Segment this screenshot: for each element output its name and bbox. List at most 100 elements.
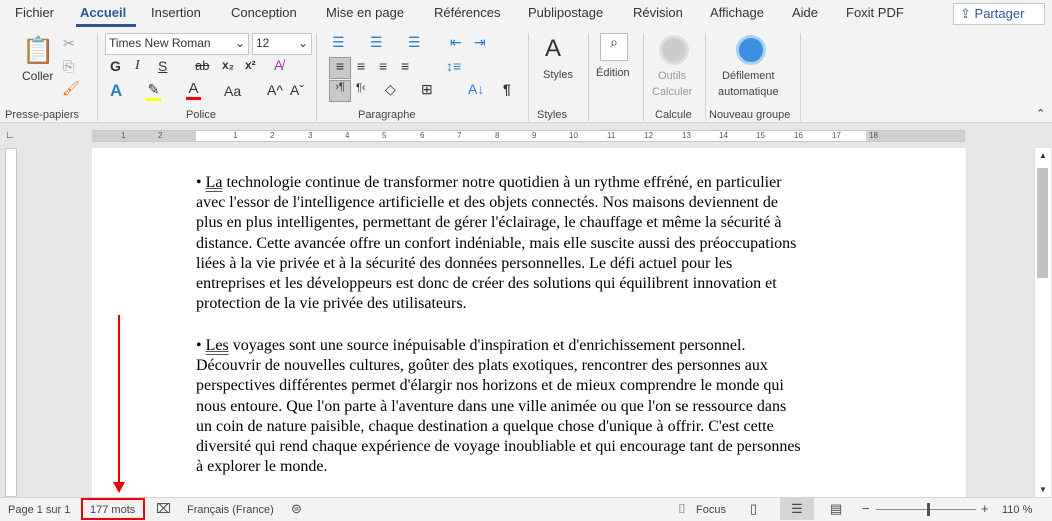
zoom-level[interactable]: 110 %	[1002, 504, 1032, 516]
ruler-number: 6	[420, 131, 425, 140]
chevron-down-icon: ⌄	[297, 36, 308, 50]
align-right-icon[interactable]: ≡	[379, 58, 387, 74]
styles-button[interactable]: Styles	[543, 69, 573, 81]
ruler-number: 2	[270, 131, 275, 140]
web-layout-icon[interactable]: ▤	[830, 501, 842, 517]
auto-scroll-label-2[interactable]: automatique	[718, 86, 779, 98]
borders-icon[interactable]: ⊞	[421, 81, 433, 98]
paragraph[interactable]: • Les voyages sont une source inépuisabl…	[196, 336, 801, 477]
ruler-number: 15	[756, 131, 765, 140]
ruler-number: 5	[382, 131, 387, 140]
font-name-value: Times New Roman	[109, 36, 211, 50]
text-line: perspectives différentes permet d'élargi…	[196, 377, 784, 395]
bullet-icon: •	[196, 337, 206, 354]
focus-icon[interactable]: ⌷	[678, 501, 686, 517]
zoom-slider-thumb[interactable]	[927, 503, 931, 516]
scroll-up-icon[interactable]: ▲	[1035, 151, 1051, 160]
text-line: liées à la vie privée et à la sécurité d…	[196, 254, 733, 272]
editing-button[interactable]: Édition	[596, 67, 630, 79]
underline-button[interactable]: S	[158, 58, 167, 74]
decrease-indent-icon[interactable]: ⇤	[450, 34, 462, 51]
calc-label-1: Outils	[658, 70, 687, 82]
clear-formatting-icon[interactable]: A̸	[274, 57, 283, 73]
group-label-new-group: Nouveau groupe	[709, 109, 791, 121]
zoom-slider[interactable]	[876, 509, 976, 510]
bullets-icon[interactable]: ☰	[332, 34, 345, 51]
tab-revision[interactable]: Révision	[633, 5, 683, 20]
calc-label-2: Calculer	[652, 86, 693, 98]
styles-icon[interactable]: A	[545, 35, 561, 63]
calculate-icon	[659, 35, 689, 65]
text-effects-icon[interactable]: A	[110, 81, 122, 101]
first-word: Les	[205, 337, 229, 354]
grow-font-button[interactable]: A^	[267, 82, 283, 98]
scrollbar-thumb[interactable]	[1037, 168, 1048, 278]
bold-button[interactable]: G	[110, 58, 121, 74]
zoom-in-button[interactable]: +	[981, 501, 989, 516]
proofing-icon[interactable]: ⌧	[156, 501, 171, 517]
font-color-icon[interactable]: A	[186, 80, 201, 100]
rtl-icon[interactable]: ¶‹	[356, 82, 366, 94]
format-painter-icon[interactable]: 🖌	[62, 80, 80, 97]
line-spacing-icon[interactable]: ↕≡	[446, 58, 461, 74]
font-size-select[interactable]: 12 ⌄	[252, 33, 312, 55]
tab-publipostage[interactable]: Publipostage	[528, 5, 603, 20]
scroll-down-icon[interactable]: ▼	[1035, 485, 1051, 494]
tab-accueil[interactable]: Accueil	[80, 5, 126, 20]
divider	[528, 33, 529, 121]
tab-mise-en-page[interactable]: Mise en page	[326, 5, 404, 20]
tab-fichier[interactable]: Fichier	[15, 5, 54, 20]
highlight-icon[interactable]: ✎	[146, 81, 161, 101]
copy-icon[interactable]: ⎘	[63, 58, 74, 75]
tab-foxit-pdf[interactable]: Foxit PDF	[846, 5, 904, 20]
share-button[interactable]: ⇪ Partager	[953, 3, 1045, 25]
subscript-button[interactable]: x₂	[222, 58, 234, 72]
divider	[705, 33, 706, 121]
paste-icon[interactable]: 📋	[22, 35, 54, 66]
show-marks-icon[interactable]: ¶	[503, 81, 511, 97]
ruler-number: 8	[495, 131, 500, 140]
accessibility-icon[interactable]: ⊜	[291, 501, 302, 517]
collapse-ribbon-icon[interactable]: ⌃	[1036, 107, 1045, 120]
change-case-button[interactable]: Aa	[224, 83, 241, 99]
tab-insertion[interactable]: Insertion	[151, 5, 201, 20]
tab-aide[interactable]: Aide	[792, 5, 818, 20]
shading-icon[interactable]: ◇	[385, 81, 396, 98]
increase-indent-icon[interactable]: ⇥	[474, 34, 486, 51]
read-mode-icon[interactable]: ▯	[750, 501, 757, 517]
focus-button[interactable]: Focus	[696, 504, 726, 516]
ruler-number: 14	[719, 131, 728, 140]
zoom-out-button[interactable]: −	[862, 501, 870, 516]
search-icon[interactable]: ⌕	[600, 33, 628, 61]
ribbon-tabs: Fichier Accueil Insertion Conception Mis…	[0, 0, 1052, 27]
cut-icon[interactable]: ✂	[63, 35, 75, 52]
divider	[643, 33, 644, 121]
language[interactable]: Français (France)	[187, 504, 274, 516]
align-left-icon[interactable]: ≡	[329, 57, 351, 79]
multilevel-list-icon[interactable]: ☰	[408, 34, 421, 51]
paragraph[interactable]: • La technologie continue de transformer…	[196, 173, 796, 314]
superscript-button[interactable]: x²	[245, 58, 256, 72]
tab-references[interactable]: Références	[434, 5, 500, 20]
justify-icon[interactable]: ≡	[401, 58, 409, 74]
numbering-icon[interactable]: ☰	[370, 34, 383, 51]
text-line: avec l'essor de l'intelligence artificie…	[196, 194, 779, 212]
font-name-select[interactable]: Times New Roman ⌄	[105, 33, 249, 55]
vertical-ruler[interactable]	[5, 148, 17, 497]
paste-button[interactable]: Coller	[22, 69, 53, 83]
auto-scroll-label-1[interactable]: Défilement	[722, 70, 775, 82]
text-line: • Les voyages sont une source inépuisabl…	[196, 336, 801, 356]
group-label-calc: Calcule	[655, 109, 692, 121]
group-label-styles: Styles	[537, 109, 567, 121]
sort-icon[interactable]: A↓	[468, 81, 484, 97]
align-center-icon[interactable]: ≡	[357, 58, 365, 74]
tab-conception[interactable]: Conception	[231, 5, 297, 20]
print-layout-icon[interactable]: ☰	[780, 498, 814, 520]
page-count[interactable]: Page 1 sur 1	[8, 504, 70, 516]
tab-affichage[interactable]: Affichage	[710, 5, 764, 20]
shrink-font-button[interactable]: Aˇ	[290, 82, 304, 98]
italic-button[interactable]: I	[135, 58, 140, 74]
strikethrough-button[interactable]: ab	[195, 58, 209, 73]
ltr-icon[interactable]: ›¶	[329, 80, 351, 102]
auto-scroll-icon[interactable]	[736, 35, 766, 65]
